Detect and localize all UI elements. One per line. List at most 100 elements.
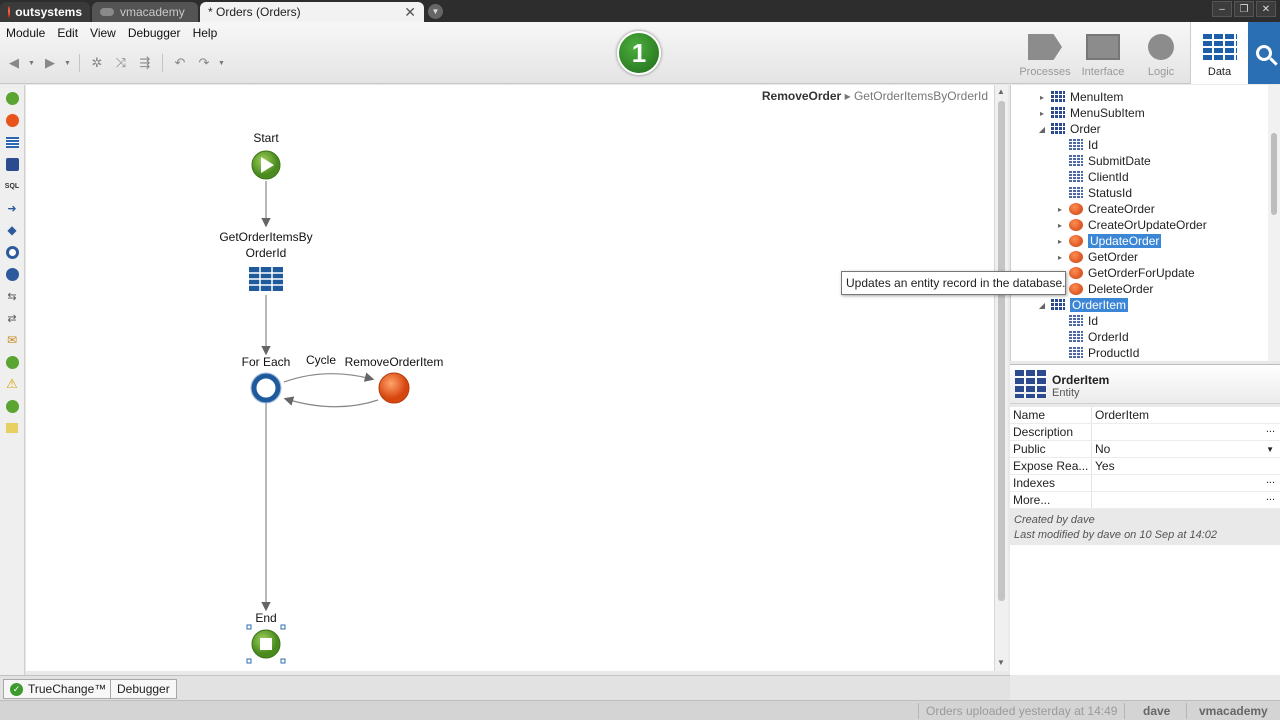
- property-row-expose-readonly[interactable]: Expose Rea... Yes: [1010, 458, 1280, 475]
- property-row-name[interactable]: Name OrderItem: [1010, 407, 1280, 424]
- expand-toggle-icon[interactable]: ▸: [1055, 237, 1065, 246]
- property-value[interactable]: ...: [1092, 421, 1280, 440]
- chevron-down-icon[interactable]: ▼: [218, 60, 226, 67]
- property-value[interactable]: ...: [1092, 489, 1280, 508]
- tree-item[interactable]: SubmitDate: [1055, 153, 1151, 169]
- tab-truechange[interactable]: ✓ TrueChange™: [3, 679, 114, 699]
- tab-vmacademy[interactable]: vmacademy: [92, 2, 198, 22]
- start-tool-icon[interactable]: [4, 89, 20, 107]
- ellipsis-button[interactable]: ...: [1266, 472, 1275, 489]
- expand-toggle-icon[interactable]: ▸: [1055, 221, 1065, 230]
- menu-debugger[interactable]: Debugger: [122, 26, 187, 40]
- foreach-tool-icon[interactable]: [4, 243, 20, 261]
- scroll-down-icon[interactable]: ▼: [997, 658, 1005, 667]
- end-tool-icon[interactable]: [4, 397, 20, 415]
- status-server[interactable]: vmacademy: [1199, 704, 1268, 718]
- tree-item[interactable]: ▸ GetOrder: [1055, 249, 1138, 265]
- email-tool-icon[interactable]: ✉: [4, 331, 20, 349]
- tree-item[interactable]: StatusId: [1055, 185, 1132, 201]
- maximize-icon[interactable]: ❐: [1234, 1, 1254, 17]
- scroll-thumb[interactable]: [998, 101, 1005, 601]
- property-row-description[interactable]: Description ...: [1010, 421, 1280, 441]
- tree-item[interactable]: ▸ CreateOrUpdateOrder: [1055, 217, 1207, 233]
- tree-item[interactable]: ClientId: [1055, 169, 1129, 185]
- redo-icon[interactable]: ↷: [194, 54, 214, 72]
- property-value[interactable]: ...: [1092, 472, 1280, 491]
- menu-module[interactable]: Module: [0, 26, 51, 40]
- property-row-more[interactable]: More... ...: [1010, 489, 1280, 509]
- minimize-icon[interactable]: –: [1212, 1, 1232, 17]
- tab-logic[interactable]: Logic: [1132, 22, 1190, 84]
- expand-toggle-icon[interactable]: ◢: [1037, 301, 1047, 310]
- if-tool-icon[interactable]: [4, 265, 20, 283]
- property-value[interactable]: Yes: [1092, 458, 1280, 474]
- status-user[interactable]: dave: [1143, 704, 1170, 718]
- tree-item[interactable]: ▸ MenuSubItem: [1037, 105, 1145, 121]
- tree-item[interactable]: ▸ MenuItem: [1037, 89, 1123, 105]
- tree-item[interactable]: GetOrderForUpdate: [1055, 265, 1195, 281]
- aggregate-node[interactable]: [249, 267, 283, 291]
- tab-data[interactable]: Data: [1190, 22, 1248, 84]
- assign-tool-icon[interactable]: ➜: [4, 199, 20, 217]
- undo-icon[interactable]: ↶: [170, 54, 190, 72]
- tree-item[interactable]: ProductId: [1055, 345, 1139, 361]
- tab-orders[interactable]: * Orders (Orders) ✕: [200, 2, 424, 22]
- end-node[interactable]: [246, 624, 286, 664]
- property-row-public[interactable]: Public No ▼: [1010, 441, 1280, 458]
- menu-view[interactable]: View: [84, 26, 122, 40]
- expand-toggle-icon[interactable]: ◢: [1037, 125, 1047, 134]
- tree-item[interactable]: OrderId: [1055, 329, 1129, 345]
- connector-cycle[interactable]: [283, 372, 375, 383]
- warning-tool-icon[interactable]: ⚠: [4, 375, 20, 393]
- tree-item[interactable]: Id: [1055, 313, 1098, 329]
- close-window-icon[interactable]: ✕: [1256, 1, 1276, 17]
- tab-processes[interactable]: Processes: [1016, 22, 1074, 84]
- execute-action-tool-icon[interactable]: [4, 111, 20, 129]
- property-value[interactable]: No ▼: [1092, 441, 1280, 457]
- query-tool-icon[interactable]: [4, 155, 20, 173]
- canvas-scrollbar[interactable]: ▲ ▼: [994, 85, 1008, 671]
- tree-scroll-thumb[interactable]: [1271, 133, 1277, 215]
- expand-toggle-icon[interactable]: ▸: [1055, 253, 1065, 262]
- tree-item[interactable]: ▸ UpdateOrder: [1055, 233, 1162, 249]
- tree-item[interactable]: Id: [1055, 137, 1098, 153]
- tree-item[interactable]: ▸ CreateOrder: [1055, 201, 1155, 217]
- flow-canvas[interactable]: RemoveOrder ▸ GetOrderItemsByOrderId Sta…: [26, 85, 994, 671]
- tree-item[interactable]: ◢ Order: [1037, 121, 1101, 137]
- tab-list-menu-icon[interactable]: ▼: [428, 4, 443, 19]
- connector-loop-back[interactable]: [283, 396, 379, 408]
- tree-item[interactable]: ◢ OrderItem: [1037, 297, 1129, 313]
- foreach-node[interactable]: [250, 372, 282, 404]
- expand-toggle-icon[interactable]: ▸: [1055, 205, 1065, 214]
- sql-tool-icon[interactable]: SQL: [4, 177, 20, 195]
- expand-toggle-icon[interactable]: ▸: [1037, 93, 1047, 102]
- chevron-down-icon[interactable]: ▼: [28, 60, 36, 67]
- run-tool-icon[interactable]: [4, 353, 20, 371]
- start-node[interactable]: [251, 150, 281, 180]
- record-list-tool-icon[interactable]: ◆: [4, 221, 20, 239]
- remove-order-item-node[interactable]: [378, 372, 410, 404]
- tree-scrollbar[interactable]: [1268, 85, 1280, 361]
- menu-help[interactable]: Help: [187, 26, 224, 40]
- switch-tool-icon[interactable]: ⇆: [4, 287, 20, 305]
- menu-edit[interactable]: Edit: [51, 26, 84, 40]
- ellipsis-button[interactable]: ...: [1266, 489, 1275, 506]
- brand-tab[interactable]: outsystems: [0, 2, 90, 22]
- aggregate-tool-icon[interactable]: [4, 133, 20, 151]
- chevron-down-icon[interactable]: ▼: [1266, 441, 1274, 458]
- connect-icon[interactable]: ⤨: [111, 54, 131, 72]
- tab-debugger[interactable]: Debugger: [110, 679, 177, 699]
- close-tab-icon[interactable]: ✕: [404, 4, 416, 21]
- property-value[interactable]: OrderItem: [1092, 407, 1280, 423]
- ellipsis-button[interactable]: ...: [1266, 421, 1275, 438]
- json-tool-icon[interactable]: ⇄: [4, 309, 20, 327]
- merge-icon[interactable]: ⇶: [135, 54, 155, 72]
- expand-toggle-icon[interactable]: ▸: [1037, 109, 1047, 118]
- scroll-up-icon[interactable]: ▲: [997, 87, 1005, 96]
- back-icon[interactable]: ◀: [4, 54, 24, 72]
- property-row-indexes[interactable]: Indexes ...: [1010, 472, 1280, 492]
- tree-item[interactable]: DeleteOrder: [1055, 281, 1153, 297]
- search-button[interactable]: [1248, 22, 1280, 84]
- chevron-down-icon[interactable]: ▼: [64, 60, 72, 67]
- gear-icon[interactable]: ✲: [87, 54, 107, 72]
